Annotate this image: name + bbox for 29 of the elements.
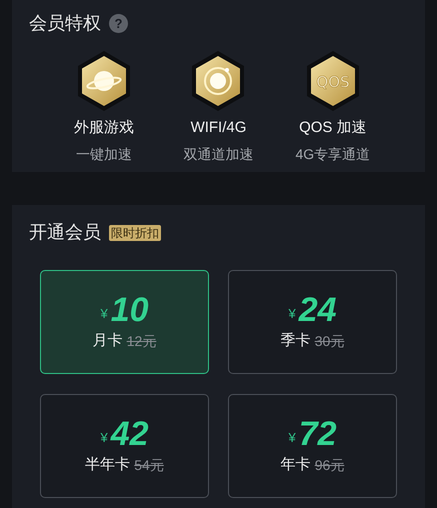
feature-subtitle: 双通道加速 [183, 144, 254, 164]
feature-title: QOS 加速 [299, 118, 367, 138]
original-price: 12元 [126, 332, 156, 350]
feature-subtitle: 4G专享通道 [295, 144, 370, 164]
original-price: 96元 [314, 456, 344, 474]
plan-card[interactable]: ¥72 年卡 96元 [228, 394, 397, 498]
section-title: 开通会员 [29, 221, 101, 244]
plan-price: 72 [298, 416, 337, 452]
plan-card[interactable]: ¥42 半年卡 54元 [40, 394, 209, 498]
section-title: 会员特权 [29, 12, 101, 35]
currency-symbol: ¥ [100, 305, 108, 324]
plan-price: 42 [110, 416, 149, 452]
plan-price: 10 [110, 292, 149, 328]
plan-card[interactable]: ¥24 季卡 30元 [228, 270, 397, 374]
plan-name: 年卡 [280, 454, 311, 475]
plan-name: 月卡 [92, 330, 123, 351]
currency-symbol: ¥ [288, 429, 296, 448]
feature-title: 外服游戏 [74, 118, 134, 138]
currency-symbol: ¥ [100, 429, 108, 448]
plan-price: 24 [298, 292, 337, 328]
feature-title: WIFI/4G [190, 118, 246, 138]
discount-badge: 限时折扣 [109, 224, 161, 240]
original-price: 54元 [134, 456, 164, 474]
plan-card[interactable]: ¥10 月卡 12元 [40, 270, 209, 374]
original-price: 30元 [314, 332, 344, 350]
plan-name: 季卡 [280, 330, 311, 351]
plan-name: 半年卡 [85, 454, 130, 475]
feature-subtitle: 一键加速 [76, 144, 132, 164]
currency-symbol: ¥ [288, 305, 296, 324]
